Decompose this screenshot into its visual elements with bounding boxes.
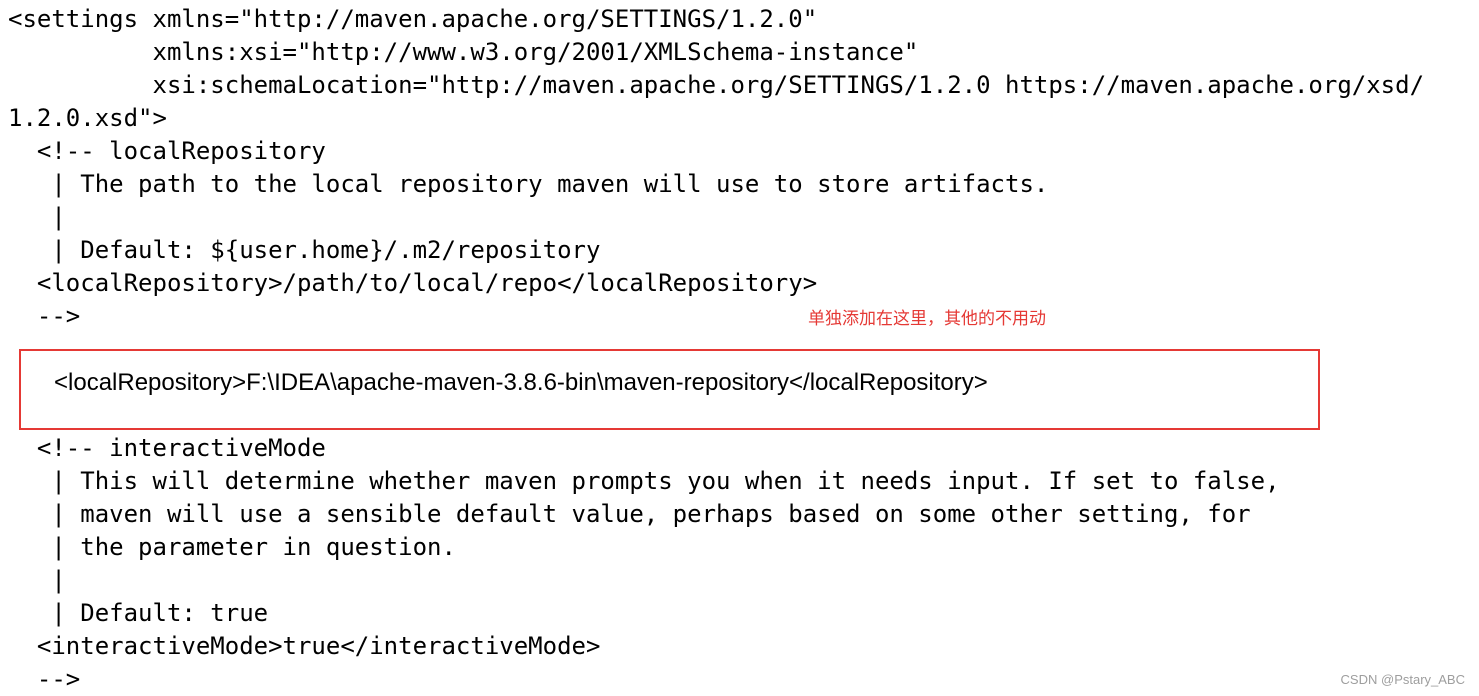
code-line: | [8,566,66,594]
annotation-note: 单独添加在这里，其他的不用动 [808,309,1046,329]
code-line: xsi:schemaLocation="http://maven.apache.… [8,71,1425,99]
code-line: | maven will use a sensible default valu… [8,500,1251,528]
code-line: | Default: ${user.home}/.m2/repository [8,236,601,264]
code-line: <localRepository>/path/to/local/repo</lo… [8,269,818,297]
code-line: <interactiveMode>true</interactiveMode> [8,632,601,660]
code-line: <settings xmlns="http://maven.apache.org… [8,5,818,33]
code-line: | [8,203,66,231]
code-line: | the parameter in question. [8,533,456,561]
highlighted-code-line: <localRepository>F:\IDEA\apache-maven-3.… [54,369,988,396]
code-line: | The path to the local repository maven… [8,170,1049,198]
code-line: | Default: true [8,599,269,627]
code-line: --> [8,665,81,693]
code-line: <!-- interactiveMode [8,434,326,462]
watermark: CSDN @Pstary_ABC [1340,672,1465,687]
code-editor: <settings xmlns="http://maven.apache.org… [0,0,1479,695]
code-line: xmlns:xsi="http://www.w3.org/2001/XMLSch… [8,38,919,66]
code-line: | This will determine whether maven prom… [8,467,1280,495]
code-line: --> [8,302,81,330]
code-line: <!-- localRepository [8,137,326,165]
code-line: 1.2.0.xsd"> [8,104,167,132]
